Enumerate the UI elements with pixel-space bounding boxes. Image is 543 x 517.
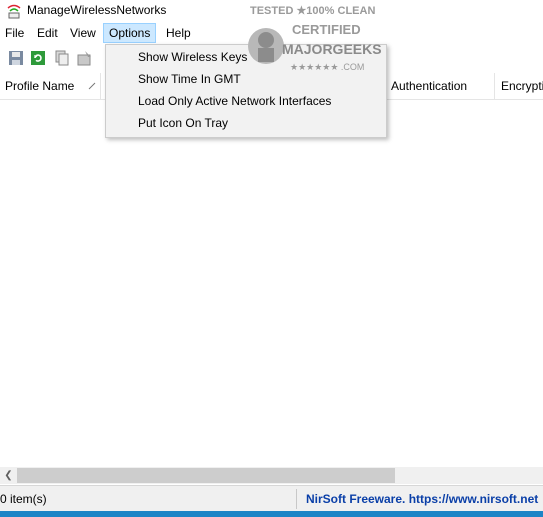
copy-icon[interactable] <box>53 49 71 67</box>
column-profile-name[interactable]: Profile Name <box>0 73 100 99</box>
majorgeeks-watermark: TESTED ★100% CLEAN CERTIFIED MAJORGEEKS … <box>248 5 382 72</box>
watermark-line1: TESTED ★100% CLEAN <box>250 5 375 17</box>
menu-file[interactable]: File <box>0 23 29 43</box>
scroll-left-icon[interactable]: ❮ <box>0 467 17 484</box>
column-encryption[interactable]: Encryptio <box>496 73 543 99</box>
watermark-line3: MAJORGEEKS <box>282 41 382 57</box>
menu-item-put-icon-tray[interactable]: Put Icon On Tray <box>138 113 228 133</box>
window-title: ManageWirelessNetworks <box>27 3 167 17</box>
item-count: 0 item(s) <box>0 492 47 506</box>
app-icon <box>7 4 21 19</box>
watermark-line4: ★★★★★★ .COM <box>290 62 364 72</box>
horizontal-scrollbar[interactable]: ❮ <box>0 467 543 484</box>
menu-edit[interactable]: Edit <box>32 23 63 43</box>
status-bar: 0 item(s) NirSoft Freeware. https://www.… <box>0 485 543 512</box>
menu-help[interactable]: Help <box>161 23 196 43</box>
refresh-icon[interactable] <box>29 49 47 67</box>
menu-item-show-time-gmt[interactable]: Show Time In GMT <box>138 69 241 89</box>
properties-icon[interactable] <box>76 49 94 67</box>
column-divider[interactable] <box>494 73 495 99</box>
status-divider <box>296 489 297 509</box>
watermark-line2: CERTIFIED <box>292 22 361 37</box>
scrollbar-thumb[interactable] <box>17 468 395 483</box>
save-icon[interactable] <box>7 49 25 67</box>
menu-item-show-wireless-keys[interactable]: Show Wireless Keys <box>138 47 247 67</box>
sort-arrow-icon <box>88 82 96 90</box>
column-divider[interactable] <box>100 73 101 99</box>
menu-item-load-active-interfaces[interactable]: Load Only Active Network Interfaces <box>138 91 331 111</box>
column-authentication[interactable]: Authentication <box>386 73 494 99</box>
menu-view[interactable]: View <box>65 23 101 43</box>
nirsoft-link[interactable]: NirSoft Freeware. https://www.nirsoft.ne… <box>306 486 538 512</box>
bottom-accent-bar <box>0 511 543 517</box>
profiles-list[interactable] <box>0 100 543 466</box>
menu-options[interactable]: Options <box>103 23 157 43</box>
